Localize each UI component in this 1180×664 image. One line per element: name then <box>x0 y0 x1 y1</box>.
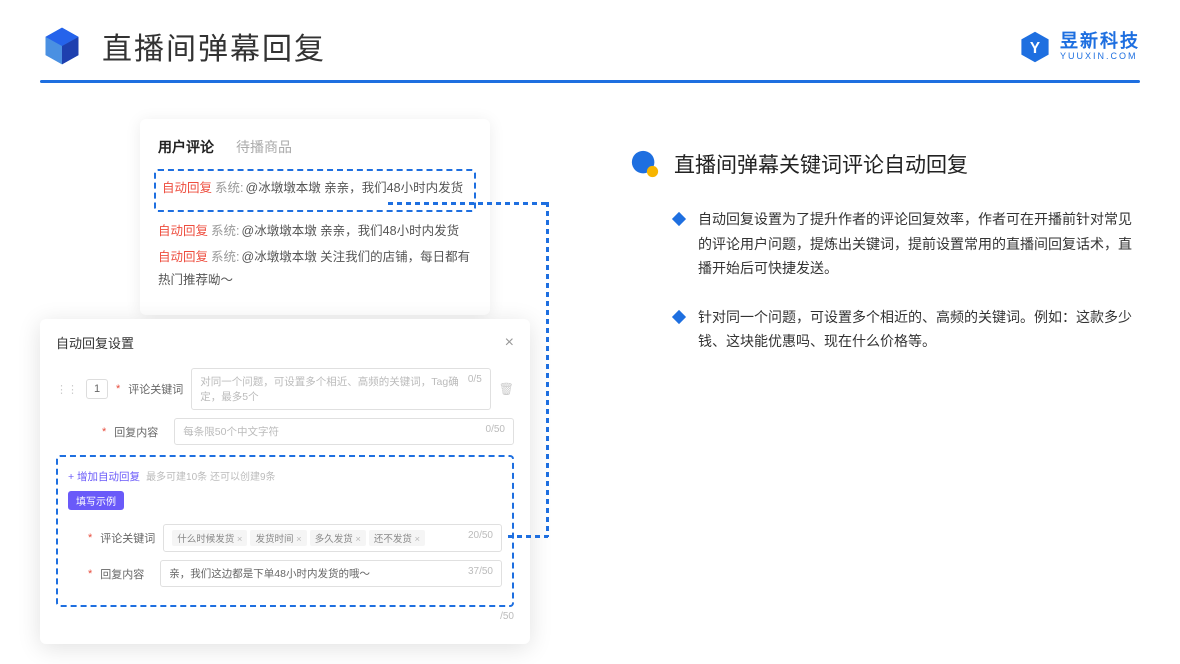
cube-icon <box>40 24 84 68</box>
brand-hex-icon: Y <box>1018 30 1052 64</box>
comment-row: 自动回复系统:@冰墩墩本墩 亲亲，我们48小时内发货 <box>162 177 468 200</box>
comment-row: 自动回复系统:@冰墩墩本墩 亲亲，我们48小时内发货 <box>158 220 472 243</box>
page-title: 直播间弹幕回复 <box>102 24 326 68</box>
keyword-label: 评论关键词 <box>128 381 183 397</box>
tab-pending-goods[interactable]: 待播商品 <box>236 137 292 157</box>
brand-logo-block: Y 昱新科技 YUUXIN.COM <box>1018 30 1140 64</box>
connector-line <box>508 535 548 538</box>
chat-bubble-icon <box>630 149 660 179</box>
modal-title: 自动回复设置 <box>56 333 134 352</box>
highlighted-comment: 自动回复系统:@冰墩墩本墩 亲亲，我们48小时内发货 <box>154 169 476 212</box>
example-keyword-input[interactable]: 什么时候发货发货时间多久发货还不发货 20/50 <box>163 524 502 552</box>
diamond-icon <box>672 212 686 226</box>
comment-row: 自动回复系统:@冰墩墩本墩 关注我们的店铺，每日都有热门推荐呦～ <box>158 246 472 291</box>
example-section: + 增加自动回复最多可建10条 还可以创建9条 填写示例 * 评论关键词 什么时… <box>56 455 514 607</box>
trash-icon[interactable]: 🗑 <box>499 382 514 396</box>
keyword-input[interactable]: 对同一个问题，可设置多个相近、高频的关键词，Tag确定，最多5个0/5 <box>191 368 490 410</box>
diamond-icon <box>672 309 686 323</box>
reply-label: 回复内容 <box>114 424 166 440</box>
connector-line <box>388 202 548 205</box>
section-title: 直播间弹幕关键词评论自动回复 <box>674 149 968 179</box>
brand-name-cn: 昱新科技 <box>1060 32 1140 52</box>
tab-user-comments[interactable]: 用户评论 <box>158 137 214 157</box>
close-icon[interactable]: × <box>505 334 514 352</box>
header-divider <box>40 80 1140 83</box>
comments-panel: 用户评论 待播商品 自动回复系统:@冰墩墩本墩 亲亲，我们48小时内发货 自动回… <box>140 119 490 315</box>
reply-input[interactable]: 每条限50个中文字符0/50 <box>174 418 514 445</box>
bullet-item: 自动回复设置为了提升作者的评论回复效率，作者可在开播前针对常见的评论用户问题，提… <box>630 207 1140 281</box>
example-reply-input[interactable]: 亲，我们这边都是下单48小时内发货的哦～37/50 <box>160 560 502 587</box>
brand-name-en: YUUXIN.COM <box>1060 52 1140 62</box>
add-reply-link[interactable]: + 增加自动回复 <box>68 471 140 483</box>
auto-reply-modal: 自动回复设置 × ⋮⋮ 1 * 评论关键词 对同一个问题，可设置多个相近、高频的… <box>40 319 530 644</box>
connector-line <box>546 202 549 537</box>
bullet-item: 针对同一个问题，可设置多个相近的、高频的关键词。例如：这款多少钱、这块能优惠吗、… <box>630 305 1140 354</box>
svg-text:Y: Y <box>1030 40 1040 57</box>
index-badge: 1 <box>86 379 108 399</box>
example-pill[interactable]: 填写示例 <box>68 491 124 510</box>
outer-counter: /50 <box>56 611 514 622</box>
